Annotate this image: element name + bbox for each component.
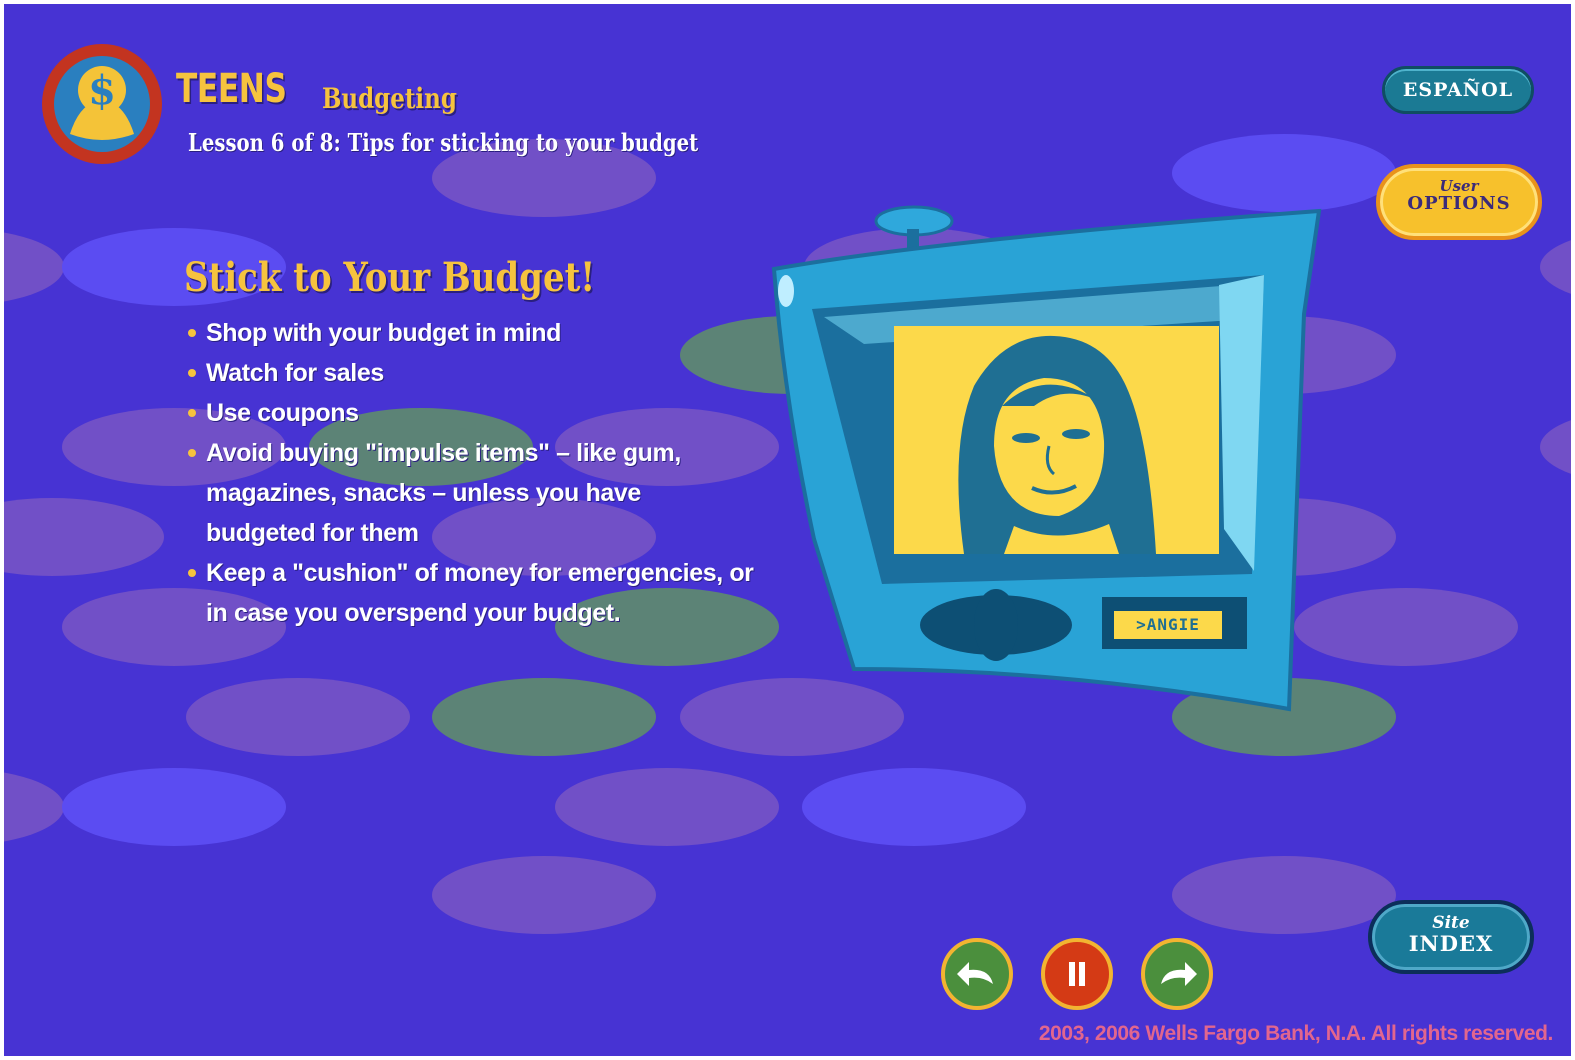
list-item: Shop with your budget in mind <box>188 313 766 353</box>
list-item: Watch for sales <box>188 353 766 393</box>
site-index-button[interactable]: Site INDEX <box>1368 900 1534 974</box>
tip-text: Shop with your budget in mind <box>206 319 562 347</box>
forward-button[interactable] <box>1141 938 1213 1010</box>
site-index-big-label: INDEX <box>1408 931 1494 956</box>
espanol-button[interactable]: ESPAÑOL <box>1382 66 1534 114</box>
back-arrow-icon <box>957 962 993 986</box>
lesson-stage: $ TEENS Budgeting Lesson 6 of 8: Tips fo… <box>4 4 1571 1056</box>
forward-arrow-icon <box>1161 962 1197 986</box>
tip-text: Keep a "cushion" of money for emergencie… <box>206 559 754 627</box>
list-item: Keep a "cushion" of money for emergencie… <box>188 553 766 633</box>
copyright-notice: 2003, 2006 Wells Fargo Bank, N.A. All ri… <box>1038 1022 1554 1045</box>
back-button[interactable] <box>941 938 1013 1010</box>
bullet-icon <box>188 369 196 377</box>
character-portrait <box>894 326 1219 554</box>
character-name-label: >ANGIE <box>1114 611 1222 639</box>
bullet-icon <box>188 329 196 337</box>
user-options-small-label: User <box>1439 177 1479 195</box>
bullet-icon <box>188 569 196 577</box>
bullet-icon <box>188 409 196 417</box>
site-index-small-label: Site <box>1432 913 1470 933</box>
pause-icon <box>1069 962 1085 986</box>
list-item: Use coupons <box>188 393 766 433</box>
bullet-icon <box>188 449 196 457</box>
app-title: TEENS <box>176 66 287 112</box>
tip-text: Avoid buying "impulse items" – like gum,… <box>206 439 681 547</box>
tip-text: Use coupons <box>206 399 359 427</box>
lesson-indicator: Lesson 6 of 8: Tips for sticking to your… <box>188 128 699 157</box>
tip-text: Watch for sales <box>206 359 384 387</box>
pause-button[interactable] <box>1041 938 1113 1010</box>
list-item: Avoid buying "impulse items" – like gum,… <box>188 433 766 553</box>
tips-list: Shop with your budget in mind Watch for … <box>188 313 766 633</box>
svg-text:$: $ <box>88 67 116 114</box>
lesson-heading: Stick to Your Budget! <box>184 254 596 301</box>
user-options-button[interactable]: User OPTIONS <box>1376 164 1542 240</box>
user-options-big-label: OPTIONS <box>1407 193 1511 214</box>
app-subtitle: Budgeting <box>322 82 457 115</box>
teens-budgeting-logo: $ <box>40 42 164 166</box>
